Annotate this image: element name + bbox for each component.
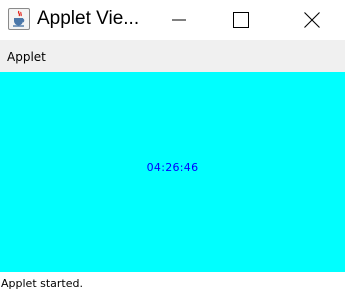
menu-applet[interactable]: Applet [7, 50, 46, 64]
close-button[interactable] [289, 0, 335, 40]
window-title: Applet Vie... [37, 8, 140, 29]
maximize-button[interactable] [218, 0, 264, 40]
clock-text: 04:26:46 [146, 161, 199, 174]
maximize-icon [233, 12, 249, 28]
close-icon [304, 12, 320, 28]
applet-panel[interactable]: 04:26:46 [0, 72, 345, 272]
minimize-icon [172, 19, 186, 21]
status-bar: Applet started. [0, 272, 345, 291]
menu-bar: Applet [0, 40, 345, 72]
status-text: Applet started. [1, 277, 83, 290]
java-cup-icon[interactable] [8, 8, 30, 30]
minimize-button[interactable] [156, 0, 202, 40]
title-bar[interactable]: Applet Vie... [0, 0, 345, 40]
